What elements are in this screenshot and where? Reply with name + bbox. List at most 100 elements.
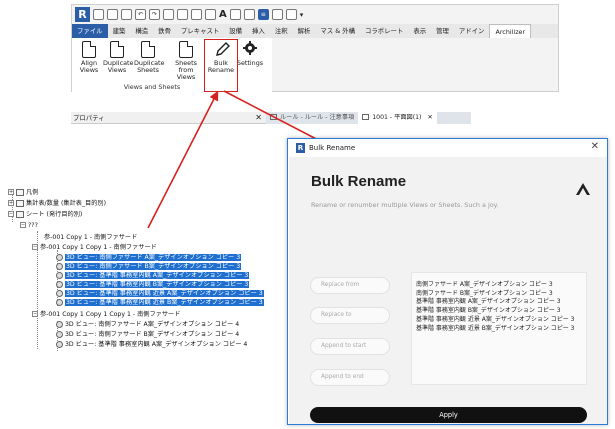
close-windows-icon[interactable] bbox=[271, 9, 283, 20]
redo-icon[interactable]: ↷ bbox=[149, 9, 160, 20]
tree-node-view[interactable]: 3D ビュー: 南側ファサード A案_デザインオプション コピー 4 bbox=[56, 320, 239, 329]
tab-structure[interactable]: 構造 bbox=[130, 24, 153, 38]
customize-qat-icon[interactable]: ▾ bbox=[300, 11, 304, 19]
tab-architecture[interactable]: 建築 bbox=[108, 24, 131, 38]
3d-view-icon[interactable] bbox=[229, 9, 241, 20]
close-icon[interactable]: ✕ bbox=[591, 141, 599, 152]
collapse-icon[interactable]: − bbox=[20, 222, 26, 228]
tree-node-label: 参-001 Copy 1 Copy 1 Copy 1 - 南側ファサード bbox=[40, 311, 181, 318]
tree-node-view[interactable]: 3D ビュー: 基準階 事務室内観 近景 A案_デザインオプション コピー 3 bbox=[56, 289, 264, 298]
tree-node-label: 参-001 Copy 1 - 南側ファサード bbox=[44, 234, 138, 241]
replace-to-input[interactable]: Replace to bbox=[310, 307, 390, 324]
tab-annotate[interactable]: 注釈 bbox=[270, 24, 293, 38]
append-end-input[interactable]: Append to end bbox=[310, 369, 390, 386]
properties-close-icon[interactable]: ✕ bbox=[255, 112, 262, 124]
ribbon-tabs: ファイル 建築 構造 鉄骨 プレキャスト 設備 挿入 注釈 解析 マス & 外構… bbox=[72, 24, 558, 38]
expand-icon[interactable]: + bbox=[8, 200, 14, 206]
settings-label: Settings bbox=[236, 59, 264, 67]
tree-node-unassigned[interactable]: −??? bbox=[20, 221, 38, 230]
dialog-body: Bulk Rename Rename or renumber multiple … bbox=[289, 157, 607, 424]
tab-systems[interactable]: 設備 bbox=[224, 24, 247, 38]
properties-palette-header: プロパティ ✕ bbox=[71, 112, 266, 124]
tree-node-label: 凡例 bbox=[26, 189, 39, 196]
thin-lines-icon[interactable]: ≡ bbox=[257, 9, 269, 20]
duplicate-sheets-icon bbox=[141, 41, 155, 58]
revit-logo[interactable]: R bbox=[75, 7, 90, 22]
tree-node-label: 3D ビュー: 基準階 事務室内観 近景 B案_デザインオプション コピー 3 bbox=[65, 299, 264, 306]
tree-node-view[interactable]: 3D ビュー: 基準階 事務室内観 A案_デザインオプション コピー 3 bbox=[56, 271, 250, 280]
tree-node-label: 集計表/数量 (集計表_目的別) bbox=[26, 200, 107, 207]
open-icon[interactable] bbox=[93, 9, 104, 20]
3d-view-icon bbox=[56, 320, 63, 328]
apply-button[interactable]: Apply bbox=[310, 407, 587, 423]
dimension-icon[interactable] bbox=[191, 9, 202, 20]
section-icon[interactable] bbox=[243, 9, 255, 20]
view-tab-floor-plan[interactable]: 1001 - 平面図(1) ✕ bbox=[358, 112, 437, 124]
view-tab-close-icon[interactable]: ✕ bbox=[427, 114, 432, 121]
window-title: Bulk Rename bbox=[309, 144, 356, 152]
preview-item: 基準階 事務室内観 A案_デザインオプション コピー 3 bbox=[416, 298, 561, 306]
window-titlebar[interactable]: R Bulk Rename bbox=[288, 139, 607, 157]
tree-node-legends[interactable]: + 凡例 bbox=[8, 188, 38, 197]
tree-node-view[interactable]: 3D ビュー: 基準階 事務室内観 A案_デザインオプション コピー 4 bbox=[56, 340, 247, 349]
tree-node-view[interactable]: 3D ビュー: 南側ファサード B案_デザインオプション コピー 3 bbox=[56, 262, 242, 271]
tab-addins[interactable]: アドイン bbox=[454, 24, 490, 38]
tree-node-sheet[interactable]: 参-001 Copy 1 - 南側ファサード bbox=[44, 233, 137, 242]
tree-node-label: シート (発行目的別) bbox=[26, 211, 83, 218]
tree-node-view[interactable]: 3D ビュー: 基準階 事務室内観 近景 B案_デザインオプション コピー 3 bbox=[56, 298, 264, 307]
collapse-icon[interactable]: − bbox=[8, 211, 14, 217]
3d-view-icon bbox=[56, 262, 63, 270]
tab-precast[interactable]: プレキャスト bbox=[176, 24, 224, 38]
tag-icon[interactable] bbox=[205, 9, 216, 20]
tree-node-label: 3D ビュー: 南側ファサード B案_デザインオプション コピー 3 bbox=[65, 263, 242, 270]
3d-view-icon bbox=[56, 289, 63, 297]
collapse-icon[interactable]: − bbox=[32, 244, 38, 250]
tree-node-schedules[interactable]: + 集計表/数量 (集計表_目的別) bbox=[8, 199, 106, 208]
properties-label: プロパティ bbox=[73, 114, 105, 122]
tab-analyze[interactable]: 解析 bbox=[293, 24, 316, 38]
tree-node-sheet[interactable]: − 参-001 Copy 1 Copy 1 Copy 1 - 南側ファサード bbox=[32, 310, 180, 319]
rename-preview-list: 南側ファサード A案_デザインオプション コピー 3 南側ファサード B案_デザ… bbox=[411, 272, 587, 385]
3d-view-icon bbox=[56, 280, 63, 288]
view-tab-rules[interactable]: ルール - ルール - 注意事項 bbox=[266, 112, 358, 124]
tab-massing[interactable]: マス & 外構 bbox=[315, 24, 360, 38]
tree-node-sheets[interactable]: − シート (発行目的別) bbox=[8, 210, 82, 219]
duplicate-views-button[interactable]: Duplicate Views bbox=[103, 41, 133, 74]
settings-button[interactable]: Settings bbox=[236, 41, 264, 67]
expand-icon[interactable]: + bbox=[8, 189, 14, 195]
tree-node-view[interactable]: 3D ビュー: 南側ファサード B案_デザインオプション コピー 4 bbox=[56, 330, 239, 339]
collapse-icon[interactable]: − bbox=[32, 311, 38, 317]
tab-manage[interactable]: 管理 bbox=[431, 24, 454, 38]
append-start-input[interactable]: Append to start bbox=[310, 338, 390, 355]
view-tab-floor-plan-label: 1001 - 平面図(1) bbox=[372, 114, 422, 121]
tree-node-sheet[interactable]: − 参-001 Copy 1 Copy 1 - 南側ファサード bbox=[32, 243, 157, 252]
replace-from-input[interactable]: Replace from bbox=[310, 277, 390, 294]
save-icon[interactable] bbox=[107, 9, 118, 20]
measure-icon[interactable] bbox=[177, 9, 188, 20]
tab-view[interactable]: 表示 bbox=[408, 24, 431, 38]
tab-collaborate[interactable]: コラボレート bbox=[360, 24, 408, 38]
revit-app-icon: R bbox=[296, 143, 305, 153]
tab-archilizer[interactable]: Archilizer bbox=[489, 24, 532, 38]
undo-icon[interactable]: ↶ bbox=[135, 9, 146, 20]
text-icon[interactable]: A bbox=[219, 9, 227, 20]
tree-node-view[interactable]: 3D ビュー: 基準階 事務室内観 B案_デザインオプション コピー 3 bbox=[56, 280, 250, 289]
preview-item: 基準階 事務室内観 B案_デザインオプション コピー 3 bbox=[416, 307, 561, 315]
folder-icon bbox=[16, 188, 24, 196]
archilizer-logo-icon bbox=[576, 183, 590, 197]
view-tab-rules-label: ルール - ルール - 注意事項 bbox=[280, 114, 355, 121]
3d-view-icon bbox=[56, 340, 63, 348]
tab-steel[interactable]: 鉄骨 bbox=[153, 24, 176, 38]
duplicate-sheets-button[interactable]: Duplicate Sheets bbox=[134, 41, 164, 74]
tab-insert[interactable]: 挿入 bbox=[247, 24, 270, 38]
folder-icon bbox=[16, 210, 24, 218]
tree-node-view[interactable]: 3D ビュー: 南側ファサード A案_デザインオプション コピー 3 bbox=[56, 253, 242, 262]
align-views-button[interactable]: Align Views bbox=[75, 41, 103, 74]
tab-file[interactable]: ファイル bbox=[72, 24, 108, 38]
sync-icon[interactable] bbox=[121, 9, 132, 20]
print-icon[interactable] bbox=[163, 9, 174, 20]
duplicate-views-label-2: Views bbox=[107, 66, 127, 74]
switch-windows-icon[interactable] bbox=[285, 9, 297, 20]
dialog-subtitle: Rename or renumber multiple Views or She… bbox=[311, 201, 499, 209]
sheets-from-views-button[interactable]: Sheets from Views bbox=[169, 41, 203, 81]
